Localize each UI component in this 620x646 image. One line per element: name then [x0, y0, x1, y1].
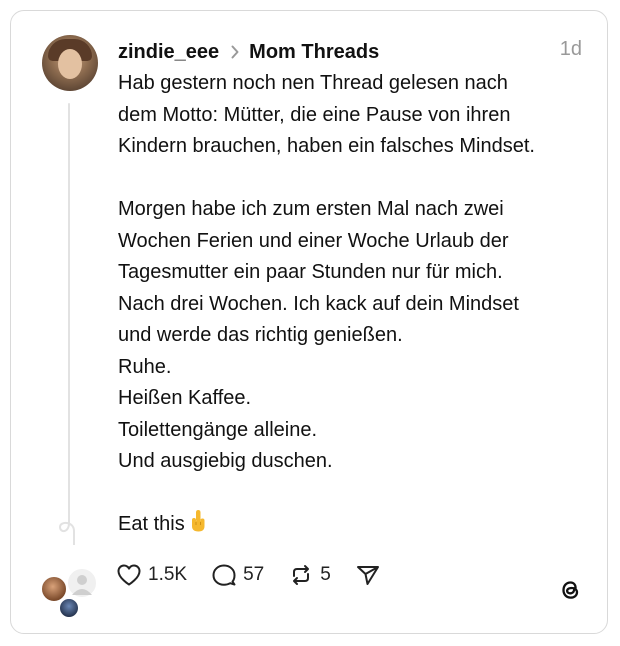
reply-avatar-placeholder: [66, 567, 98, 599]
repost-button[interactable]: 5: [288, 563, 331, 587]
post-header: zindie_eee Mom Threads: [118, 38, 379, 66]
author-avatar[interactable]: [42, 35, 98, 91]
post-line: Heißen Kaffee.: [118, 387, 252, 409]
post-line: Tagesmutter ein paar Stunden nur für mic…: [118, 261, 503, 283]
avatar-face: [58, 49, 82, 79]
post-line: Morgen habe ich zum ersten Mal nach zwei: [118, 198, 504, 220]
community-link[interactable]: Mom Threads: [249, 41, 379, 64]
post-line: Ruhe.: [118, 355, 172, 378]
send-icon: [356, 566, 379, 585]
reply-avatar: [58, 597, 80, 619]
post-line: Wochen Ferien und einer Woche Urlaub der: [118, 229, 509, 252]
reply-count: 57: [243, 564, 265, 585]
thread-loop-icon: [58, 515, 75, 545]
chevron-right-icon: [231, 45, 239, 59]
post-body: Hab gestern noch nen Thread gelesen nach…: [118, 68, 588, 544]
like-count: 1.5K: [148, 564, 188, 585]
post-line: und werde das richtig genießen.: [118, 324, 403, 346]
share-button[interactable]: [355, 563, 387, 587]
post-line: Toilettengänge alleine.: [118, 418, 318, 441]
post-line: Hab gestern noch nen Thread gelesen nach: [118, 72, 508, 94]
repost-icon: [293, 565, 310, 585]
like-button[interactable]: 1.5K: [116, 563, 187, 587]
action-bar: 1.5K 57 5: [116, 559, 411, 591]
middle-finger-emoji: [189, 509, 207, 544]
repost-count: 5: [320, 564, 331, 585]
reply-avatars[interactable]: [38, 565, 100, 619]
post-line: dem Motto: Mütter, die eine Pause von ih…: [118, 103, 511, 126]
post-line: Und ausgiebig duschen.: [118, 450, 333, 472]
heart-icon: [117, 564, 141, 586]
post-line: Kindern brauchen, haben ein falsches Min…: [118, 135, 535, 157]
post-line: Nach drei Wochen. Ich kack auf dein Mind…: [118, 292, 519, 315]
username-link[interactable]: zindie_eee: [118, 41, 219, 64]
threads-logo: [562, 581, 579, 599]
reply-button[interactable]: 57: [211, 563, 264, 587]
comment-icon: [212, 564, 236, 586]
post-timestamp[interactable]: 1d: [560, 38, 582, 61]
closing-text: Eat this: [118, 513, 185, 535]
thread-line: [68, 103, 70, 518]
post-line-closing: Eat this: [118, 509, 588, 544]
